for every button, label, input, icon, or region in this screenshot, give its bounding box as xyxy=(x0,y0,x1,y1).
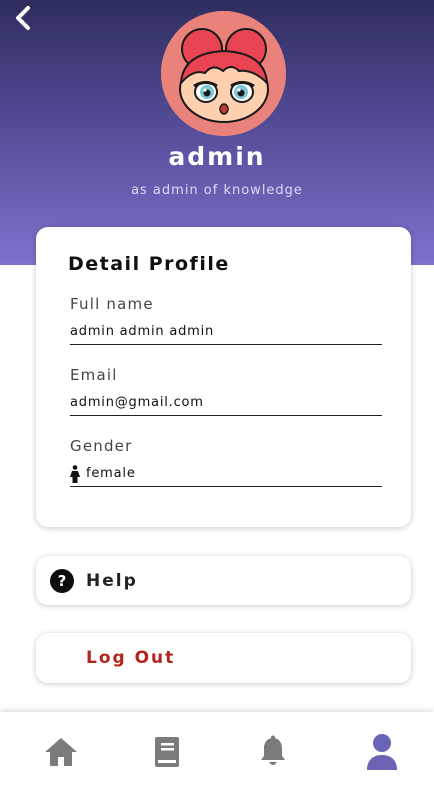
bell-icon xyxy=(261,735,285,765)
email-text: admin@gmail.com xyxy=(70,395,204,410)
fullname-value: admin admin admin xyxy=(70,319,382,345)
book-icon xyxy=(155,737,179,767)
gender-label: Gender xyxy=(70,437,133,455)
chevron-left-icon xyxy=(16,6,30,30)
nav-profile[interactable] xyxy=(362,732,402,772)
help-label: Help xyxy=(86,570,138,591)
detail-profile-title: Detail Profile xyxy=(68,253,230,275)
logout-label: Log Out xyxy=(86,648,176,668)
help-icon: ? xyxy=(50,568,74,593)
gender-text: female xyxy=(86,466,136,481)
avatar-doll-image xyxy=(161,11,286,136)
user-icon xyxy=(367,734,397,770)
profile-name: admin xyxy=(168,142,266,171)
email-field: Email admin@gmail.com xyxy=(70,366,382,416)
fullname-field: Full name admin admin admin xyxy=(70,295,382,345)
email-label: Email xyxy=(70,366,118,384)
fullname-text: admin admin admin xyxy=(70,324,215,339)
bottom-nav xyxy=(0,712,434,786)
nav-notifications[interactable] xyxy=(253,732,293,772)
profile-header: admin as admin of knowledge xyxy=(0,0,434,265)
back-button[interactable] xyxy=(10,4,36,32)
female-icon xyxy=(70,464,80,483)
gender-field: Gender female xyxy=(70,437,382,487)
home-icon xyxy=(45,738,77,766)
email-value: admin@gmail.com xyxy=(70,390,382,416)
profile-role: as admin of knowledge xyxy=(131,183,303,198)
avatar xyxy=(161,11,286,136)
nav-home[interactable] xyxy=(41,732,81,772)
detail-profile-card: Detail Profile Full name admin admin adm… xyxy=(36,227,411,527)
help-button[interactable]: ? Help xyxy=(36,556,411,605)
logout-button[interactable]: Log Out xyxy=(36,633,411,683)
nav-book[interactable] xyxy=(147,732,187,772)
gender-value: female xyxy=(70,461,382,487)
fullname-label: Full name xyxy=(70,295,154,313)
